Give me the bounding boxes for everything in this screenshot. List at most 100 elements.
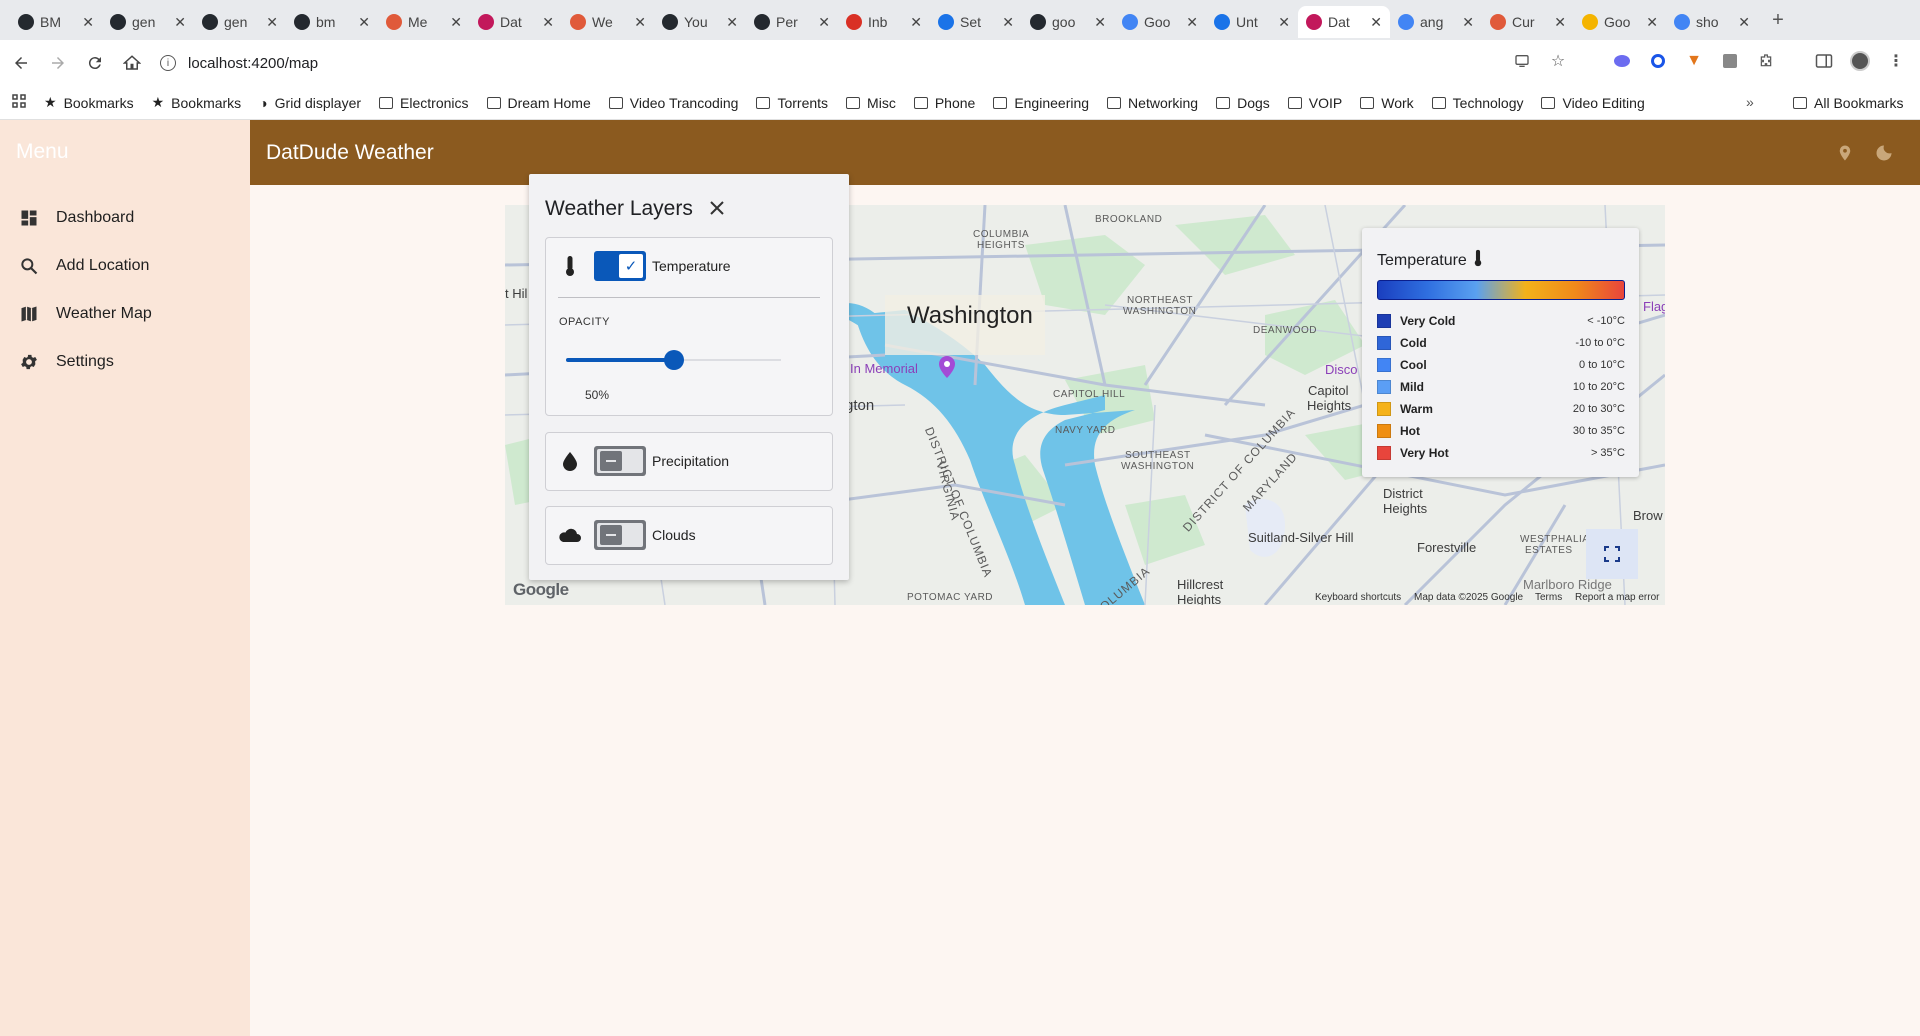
install-app-button[interactable] [1508, 47, 1536, 75]
precipitation-layer-row: Precipitation [546, 433, 832, 488]
close-tab-icon[interactable]: ✕ [1738, 14, 1750, 31]
close-tab-icon[interactable]: ✕ [358, 14, 370, 31]
close-tab-icon[interactable]: ✕ [818, 14, 830, 31]
back-button[interactable] [5, 47, 37, 79]
tab-title: Per [776, 14, 798, 30]
url-field[interactable]: i localhost:4200/map [160, 46, 1490, 80]
report-error-link[interactable]: Report a map error [1575, 592, 1659, 603]
browser-tab[interactable]: Goo ✕ [1574, 6, 1666, 38]
bookmark-item[interactable]: Engineering [993, 95, 1089, 111]
sidebar-item-dashboard[interactable]: Dashboard [18, 207, 134, 229]
bookmark-item[interactable]: Video Trancoding [608, 95, 738, 111]
browser-tab[interactable]: We ✕ [562, 6, 654, 38]
browser-menu-button[interactable]: ⋮ [1882, 47, 1910, 75]
close-tab-icon[interactable]: ✕ [542, 14, 554, 31]
browser-tab[interactable]: bm ✕ [286, 6, 378, 38]
browser-tab[interactable]: You ✕ [654, 6, 746, 38]
close-tab-icon[interactable]: ✕ [1278, 14, 1290, 31]
browser-tab[interactable]: sho ✕ [1666, 6, 1758, 38]
browser-tab[interactable]: gen ✕ [194, 6, 286, 38]
bookmark-item[interactable]: Networking [1107, 95, 1198, 111]
bookmark-star-button[interactable]: ☆ [1544, 47, 1572, 75]
browser-tab[interactable]: BM ✕ [10, 6, 102, 38]
close-tab-icon[interactable]: ✕ [82, 14, 94, 31]
close-tab-icon[interactable]: ✕ [634, 14, 646, 31]
bookmark-item[interactable]: Torrents [756, 95, 828, 111]
browser-tab[interactable]: Set ✕ [930, 6, 1022, 38]
browser-tab[interactable]: Unt ✕ [1206, 6, 1298, 38]
bookmark-item[interactable]: Phone [913, 95, 975, 111]
browser-tab[interactable]: Me ✕ [378, 6, 470, 38]
arrow-right-icon [52, 57, 64, 69]
close-tab-icon[interactable]: ✕ [1370, 14, 1382, 31]
side-panel-button[interactable] [1810, 47, 1838, 75]
legend-swatch [1377, 314, 1391, 328]
browser-tab[interactable]: Dat ✕ [470, 6, 562, 38]
home-button[interactable] [116, 47, 148, 79]
new-tab-button[interactable]: + [1762, 4, 1794, 36]
location-pin-icon [1839, 145, 1851, 161]
site-info-icon[interactable]: i [160, 55, 176, 71]
browser-tab[interactable]: Inb ✕ [838, 6, 930, 38]
close-tab-icon[interactable]: ✕ [1462, 14, 1474, 31]
bookmark-item[interactable]: VOIP [1287, 95, 1342, 111]
sidebar-item-weather-map[interactable]: Weather Map [18, 303, 152, 325]
precipitation-toggle[interactable] [594, 445, 646, 476]
close-panel-button[interactable] [705, 196, 729, 220]
dark-mode-button[interactable] [1873, 142, 1895, 164]
forward-button[interactable] [42, 47, 74, 79]
close-tab-icon[interactable]: ✕ [450, 14, 462, 31]
reload-button[interactable] [79, 47, 111, 79]
browser-tab[interactable]: gen ✕ [102, 6, 194, 38]
apps-grid-icon[interactable] [12, 94, 26, 111]
memorial-marker-icon[interactable] [938, 356, 956, 378]
bookmark-item[interactable]: ◑ Grid displayer [259, 95, 361, 111]
close-tab-icon[interactable]: ✕ [1554, 14, 1566, 31]
slider-thumb[interactable] [663, 350, 684, 370]
bookmark-item[interactable]: Video Editing [1541, 95, 1645, 111]
extension-button[interactable] [1608, 47, 1636, 75]
extension-button[interactable]: ▼ [1680, 47, 1708, 75]
temperature-toggle[interactable]: ✓ [594, 250, 646, 281]
extension-button[interactable] [1644, 47, 1672, 75]
browser-tab[interactable]: Cur ✕ [1482, 6, 1574, 38]
sidebar-item-settings[interactable]: Settings [18, 351, 114, 373]
profile-button[interactable] [1846, 47, 1874, 75]
close-tab-icon[interactable]: ✕ [910, 14, 922, 31]
extension-button[interactable] [1716, 47, 1744, 75]
clouds-toggle[interactable] [594, 519, 646, 550]
all-bookmarks-button[interactable]: All Bookmarks [1793, 95, 1903, 111]
sidebar-item-label: Weather Map [56, 305, 152, 322]
folder-icon [1541, 96, 1556, 109]
sidebar-item-add-location[interactable]: Add Location [18, 255, 149, 277]
close-tab-icon[interactable]: ✕ [1094, 14, 1106, 31]
terms-link[interactable]: Terms [1535, 592, 1562, 603]
opacity-slider[interactable] [566, 350, 781, 370]
bookmark-item[interactable]: Dream Home [486, 95, 591, 111]
location-pin-button[interactable] [1834, 142, 1856, 164]
bookmark-item[interactable]: Dogs [1216, 95, 1270, 111]
bookmark-item[interactable]: ★ Bookmarks [152, 94, 242, 111]
close-tab-icon[interactable]: ✕ [1002, 14, 1014, 31]
fullscreen-button[interactable] [1586, 529, 1638, 579]
bookmark-item[interactable]: Technology [1431, 95, 1523, 111]
close-tab-icon[interactable]: ✕ [726, 14, 738, 31]
close-tab-icon[interactable]: ✕ [1186, 14, 1198, 31]
keyboard-shortcuts-link[interactable]: Keyboard shortcuts [1315, 592, 1401, 603]
browser-tab[interactable]: Per ✕ [746, 6, 838, 38]
bookmark-item[interactable]: Work [1360, 95, 1414, 111]
extensions-menu-button[interactable] [1752, 47, 1780, 75]
bookmark-item[interactable]: ★ Bookmarks [44, 94, 134, 111]
bookmark-item[interactable]: Misc [846, 95, 896, 111]
bookmarks-overflow-button[interactable]: » [1746, 94, 1754, 110]
browser-tab[interactable]: Goo ✕ [1114, 6, 1206, 38]
browser-tab[interactable]: ang ✕ [1390, 6, 1482, 38]
browser-tab[interactable]: goo ✕ [1022, 6, 1114, 38]
legend-row: Cold -10 to 0°C [1377, 334, 1625, 352]
avatar [1850, 51, 1870, 71]
close-tab-icon[interactable]: ✕ [1646, 14, 1658, 31]
bookmark-item[interactable]: Electronics [379, 95, 469, 111]
close-tab-icon[interactable]: ✕ [266, 14, 278, 31]
close-tab-icon[interactable]: ✕ [174, 14, 186, 31]
browser-tab[interactable]: Dat ✕ [1298, 6, 1390, 38]
